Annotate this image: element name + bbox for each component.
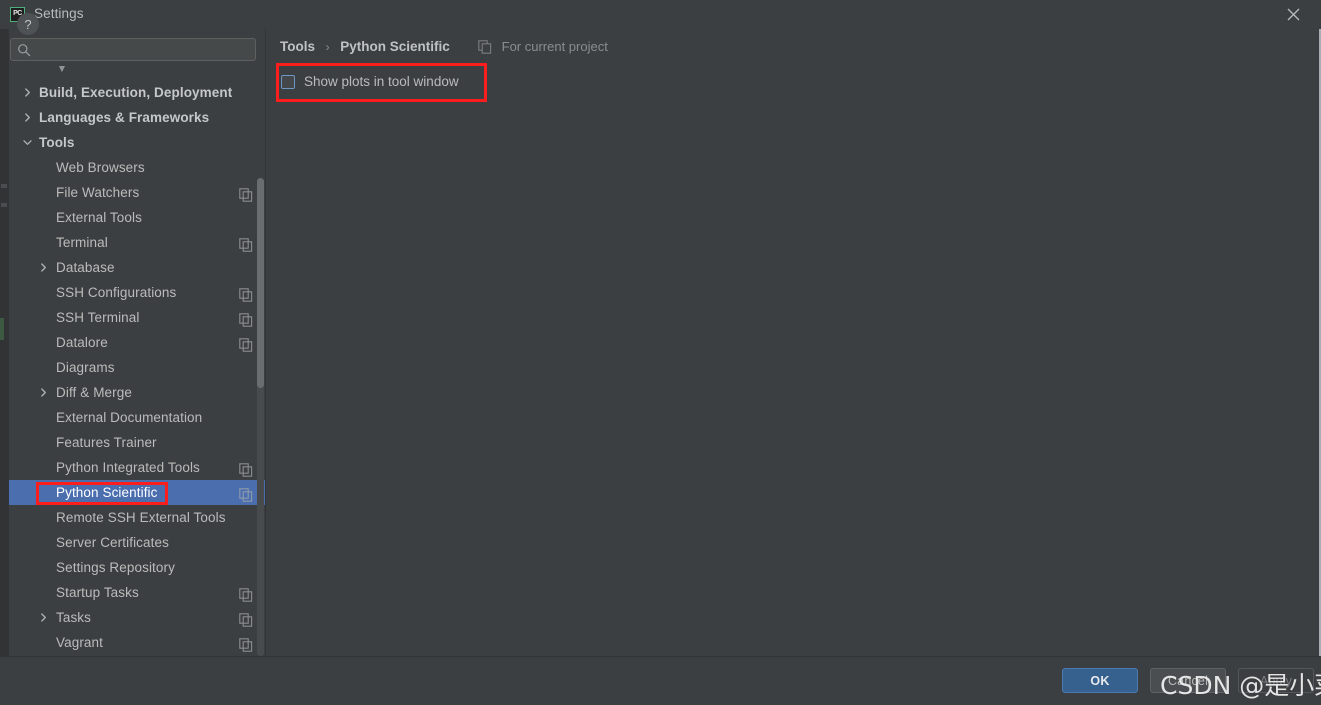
sidebar-item-build-execution-deployment[interactable]: Build, Execution, Deployment: [9, 80, 265, 105]
sidebar-item-startup-tasks[interactable]: Startup Tasks: [9, 580, 265, 605]
sidebar-item-label: External Tools: [56, 210, 142, 225]
sidebar-item-diff-merge[interactable]: Diff & Merge: [9, 380, 265, 405]
sidebar-item-ssh-terminal[interactable]: SSH Terminal: [9, 305, 265, 330]
sidebar-item-python-integrated-tools[interactable]: Python Integrated Tools: [9, 455, 265, 480]
project-scope-icon: [239, 235, 253, 252]
sidebar-item-features-trainer[interactable]: Features Trainer: [9, 430, 265, 455]
project-scope-icon: [239, 185, 253, 202]
sidebar-item-label: Startup Tasks: [56, 585, 139, 600]
sidebar-item-diagrams[interactable]: Diagrams: [9, 355, 265, 380]
close-icon[interactable]: [1273, 0, 1313, 28]
sidebar-item-tasks[interactable]: Tasks: [9, 605, 265, 630]
sidebar-item-label: Web Browsers: [56, 160, 145, 175]
sidebar-item-label: Languages & Frameworks: [39, 110, 210, 125]
project-scope-icon: [239, 585, 253, 602]
sidebar-item-tools[interactable]: Tools: [9, 130, 265, 155]
project-scope-icon: [239, 335, 253, 352]
cancel-button[interactable]: Cancel: [1150, 668, 1226, 693]
sidebar-item-label: Diff & Merge: [56, 385, 132, 400]
sidebar-item-datalore[interactable]: Datalore: [9, 330, 265, 355]
sidebar-item-server-certificates[interactable]: Server Certificates: [9, 530, 265, 555]
sidebar-item-label: External Documentation: [56, 410, 203, 425]
sidebar-item-label: Server Certificates: [56, 535, 169, 550]
show-plots-in-tool-window-label: Show plots in tool window: [304, 74, 459, 89]
sidebar-item-settings-repository[interactable]: Settings Repository: [9, 555, 265, 580]
project-scope-icon: [239, 635, 253, 652]
search-input[interactable]: [36, 39, 252, 62]
sidebar-item-terminal[interactable]: Terminal: [9, 230, 265, 255]
background-accent-mark: [0, 318, 4, 340]
sidebar-item-database[interactable]: Database: [9, 255, 265, 280]
sidebar-item-remote-ssh-external-tools[interactable]: Remote SSH External Tools: [9, 505, 265, 530]
sidebar-item-label: SSH Configurations: [56, 285, 177, 300]
project-scope-icon: [239, 285, 253, 302]
background-tick: [1, 203, 7, 207]
background-window-strip: [0, 0, 9, 705]
sidebar-item-languages-frameworks[interactable]: Languages & Frameworks: [9, 105, 265, 130]
breadcrumb-current: Python Scientific: [340, 39, 450, 54]
show-plots-option-row[interactable]: Show plots in tool window: [281, 69, 459, 94]
search-icon: [18, 44, 31, 57]
sidebar-item-label: Terminal: [56, 235, 108, 250]
sidebar-item-label: File Watchers: [56, 185, 140, 200]
chevron-right-icon[interactable]: [20, 105, 34, 130]
breadcrumb-separator: ›: [325, 40, 330, 54]
close-glyph: [1287, 8, 1299, 20]
apply-button[interactable]: Apply: [1238, 668, 1314, 693]
sidebar-item-web-browsers[interactable]: Web Browsers: [9, 155, 265, 180]
sidebar-item-label: Settings Repository: [56, 560, 175, 575]
ok-button[interactable]: OK: [1062, 668, 1138, 693]
copy-scope-icon: [478, 40, 492, 54]
sidebar-item-python-scientific[interactable]: Python Scientific: [9, 480, 265, 505]
sidebar-item-label: Diagrams: [56, 360, 115, 375]
help-button[interactable]: ?: [17, 13, 39, 35]
sidebar-item-label: Python Scientific: [56, 485, 158, 500]
sidebar-item-ssh-configurations[interactable]: SSH Configurations: [9, 280, 265, 305]
window-title: Settings: [34, 6, 84, 21]
show-plots-in-tool-window-checkbox[interactable]: [281, 74, 295, 89]
background-tick: [1, 184, 7, 188]
sidebar-item-label: Remote SSH External Tools: [56, 510, 226, 525]
title-bar: PC Settings: [0, 0, 1321, 29]
sidebar-item-label: Vagrant: [56, 635, 103, 650]
content-pane: Tools › Python Scientific For current pr…: [266, 29, 1319, 655]
sidebar-item-label: Python Integrated Tools: [56, 460, 200, 475]
chevron-right-icon[interactable]: [36, 605, 50, 630]
sidebar-item-label: Database: [56, 260, 115, 275]
sidebar-item-label: Build, Execution, Deployment: [39, 85, 233, 100]
chevron-right-icon[interactable]: [36, 380, 50, 405]
chevron-right-icon[interactable]: [20, 80, 34, 105]
project-scope-icon: [239, 610, 253, 627]
project-scope-icon: [239, 310, 253, 327]
project-scope-icon: [239, 460, 253, 477]
tree-scrollbar-thumb[interactable]: [257, 178, 264, 388]
breadcrumb: Tools › Python Scientific: [280, 37, 450, 57]
settings-tree[interactable]: ▼ Build, Execution, Deployment Languages &…: [9, 66, 265, 655]
search-box[interactable]: [10, 38, 256, 62]
sidebar-item-external-documentation[interactable]: External Documentation: [9, 405, 265, 430]
scope-note: For current project: [478, 37, 608, 57]
sidebar-item-external-tools[interactable]: External Tools: [9, 205, 265, 230]
scope-label: For current project: [501, 39, 608, 54]
breadcrumb-parent[interactable]: Tools: [280, 39, 315, 54]
project-scope-icon: [239, 485, 253, 502]
chevron-down-icon[interactable]: [20, 130, 34, 155]
sidebar-item-label: SSH Terminal: [56, 310, 140, 325]
sidebar-item-label: Tasks: [56, 610, 92, 625]
settings-dialog: PC Settings ▼ Build, Execution, Deploymen…: [0, 0, 1321, 705]
sidebar-item-label: Tools: [39, 135, 75, 150]
sidebar-item-label: Datalore: [56, 335, 108, 350]
sidebar-item-partial[interactable]: ▼: [9, 66, 265, 80]
sidebar-item-label: Features Trainer: [56, 435, 157, 450]
chevron-right-icon[interactable]: [36, 255, 50, 280]
sidebar-item-vagrant[interactable]: Vagrant: [9, 630, 265, 655]
sidebar-item-file-watchers[interactable]: File Watchers: [9, 180, 265, 205]
